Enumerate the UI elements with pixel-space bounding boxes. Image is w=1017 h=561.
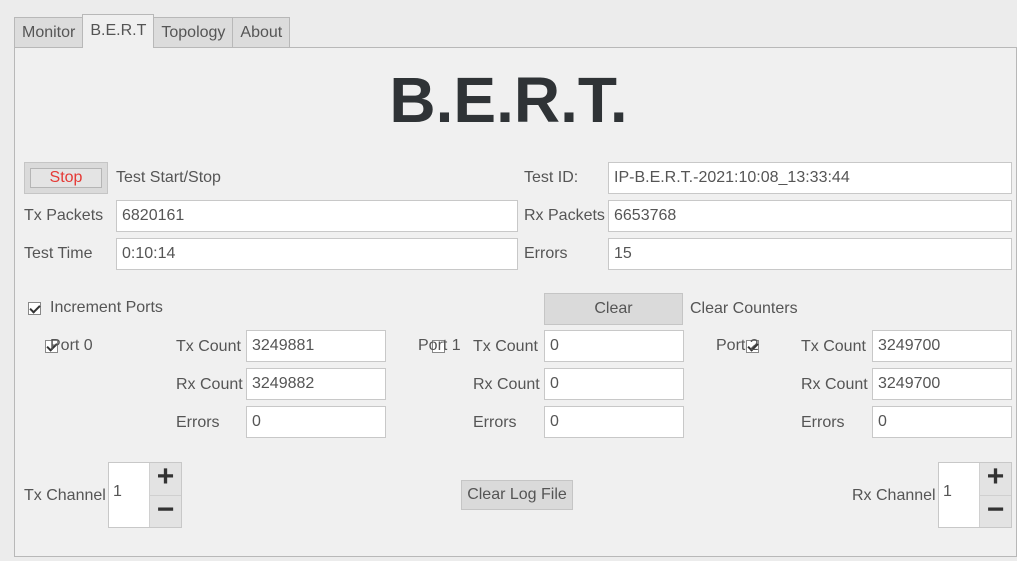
port-2-errors-field[interactable]: 0 bbox=[872, 406, 1012, 438]
tab-bar: Monitor B.E.R.T Topology About bbox=[14, 14, 291, 48]
port-0-rx-count-label: Rx Count bbox=[176, 376, 243, 393]
clear-counters-button[interactable]: Clear bbox=[544, 293, 683, 325]
rx-packets-label: Rx Packets bbox=[524, 207, 605, 224]
rx-channel-value[interactable]: 1 bbox=[943, 483, 952, 501]
port-1-tx-count-label: Tx Count bbox=[473, 338, 538, 355]
port-2-tx-count-label: Tx Count bbox=[801, 338, 866, 355]
rx-channel-plus-button[interactable]: + bbox=[979, 462, 1011, 496]
tab-topology[interactable]: Topology bbox=[153, 17, 234, 47]
tx-packets-label: Tx Packets bbox=[24, 207, 104, 224]
port-2-errors-label: Errors bbox=[801, 414, 845, 431]
tx-channel-minus-button[interactable]: − bbox=[149, 495, 181, 527]
rx-channel-label: Rx Channel bbox=[852, 487, 936, 504]
port-1-errors-label: Errors bbox=[473, 414, 517, 431]
rx-channel-minus-button[interactable]: − bbox=[979, 495, 1011, 527]
rx-channel-spinbox[interactable]: 1 + − bbox=[938, 462, 1012, 528]
port-0-rx-count-field[interactable]: 3249882 bbox=[246, 368, 386, 400]
test-id-field[interactable]: IP-B.E.R.T.-2021:10:08_13:33:44 bbox=[608, 162, 1012, 194]
port-1-errors-field[interactable]: 0 bbox=[544, 406, 684, 438]
test-time-field[interactable]: 0:10:14 bbox=[116, 238, 518, 270]
port-0-errors-field[interactable]: 0 bbox=[246, 406, 386, 438]
test-time-label: Test Time bbox=[24, 245, 93, 262]
tx-channel-label: Tx Channel bbox=[24, 487, 106, 504]
port-2-rx-count-label: Rx Count bbox=[801, 376, 868, 393]
increment-ports-checkbox[interactable] bbox=[28, 302, 41, 315]
tab-about[interactable]: About bbox=[232, 17, 291, 47]
port-1-label: Port 1 bbox=[418, 337, 461, 354]
tx-channel-value[interactable]: 1 bbox=[113, 483, 122, 501]
test-start-stop-label: Test Start/Stop bbox=[116, 169, 221, 186]
tx-channel-plus-button[interactable]: + bbox=[149, 462, 181, 496]
tx-packets-field[interactable]: 6820161 bbox=[116, 200, 518, 232]
port-1-rx-count-label: Rx Count bbox=[473, 376, 540, 393]
port-2-tx-count-field[interactable]: 3249700 bbox=[872, 330, 1012, 362]
tx-channel-spinbox[interactable]: 1 + − bbox=[108, 462, 182, 528]
stop-button[interactable]: Stop bbox=[30, 168, 102, 188]
tab-monitor[interactable]: Monitor bbox=[14, 17, 84, 47]
page-title: B.E.R.T. bbox=[389, 64, 628, 136]
errors-field[interactable]: 15 bbox=[608, 238, 1012, 270]
port-2-label: Port 2 bbox=[716, 337, 759, 354]
port-0-tx-count-label: Tx Count bbox=[176, 338, 241, 355]
port-2-rx-count-field[interactable]: 3249700 bbox=[872, 368, 1012, 400]
port-0-errors-label: Errors bbox=[176, 414, 220, 431]
port-1-rx-count-field[interactable]: 0 bbox=[544, 368, 684, 400]
port-1-tx-count-field[interactable]: 0 bbox=[544, 330, 684, 362]
errors-label: Errors bbox=[524, 245, 568, 262]
clear-counters-label: Clear Counters bbox=[690, 300, 798, 317]
tab-bert[interactable]: B.E.R.T bbox=[82, 14, 155, 48]
port-0-tx-count-field[interactable]: 3249881 bbox=[246, 330, 386, 362]
stop-button-frame[interactable]: Stop bbox=[24, 162, 108, 194]
rx-packets-field[interactable]: 6653768 bbox=[608, 200, 1012, 232]
increment-ports-label: Increment Ports bbox=[50, 299, 163, 316]
test-id-label: Test ID: bbox=[524, 169, 579, 186]
clear-log-file-button[interactable]: Clear Log File bbox=[461, 480, 573, 510]
port-0-label: Port 0 bbox=[50, 337, 93, 354]
